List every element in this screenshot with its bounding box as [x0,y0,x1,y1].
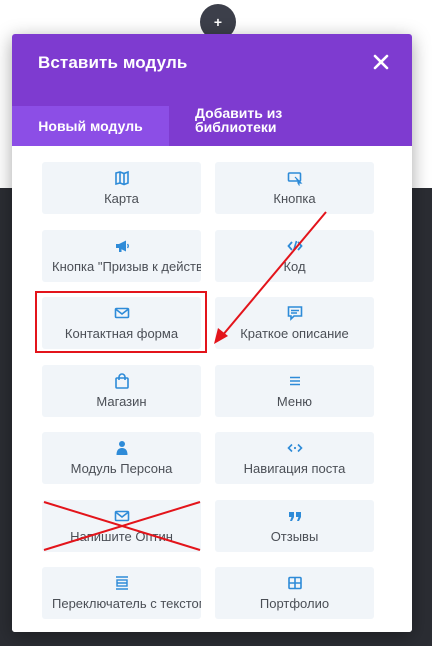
module-11-card[interactable]: Напишите Оптин [42,499,201,552]
module-label: Карта [104,191,139,206]
module-3-card[interactable]: Кнопка "Призыв к действию" [42,229,201,282]
module-label: Меню [276,393,313,409]
module-list[interactable]: Карта Кнопка Кнопка "Призыв к действию" Код… [12,146,412,632]
module-14-card[interactable]: Портфолио [215,567,374,619]
grid-icon [215,575,374,591]
module-9-card[interactable]: Модуль Персона [42,432,201,484]
module-4-card[interactable]: Код [215,229,374,282]
megaphone-icon [42,238,201,254]
module-label: Краткое описание [240,326,349,341]
module-label: Отзывы [270,528,319,544]
tab-new-module[interactable]: Новый модуль [12,106,169,146]
module-13-card[interactable]: Переключатель с текстом [42,567,201,619]
code-icon [215,238,374,254]
post-navigation-icon [215,440,374,456]
close-button[interactable] [370,51,392,73]
module-12-card[interactable]: Отзывы [215,499,374,552]
plus-icon: + [213,14,223,30]
tab-add-from-library[interactable]: Добавить из библиотеки [195,106,325,134]
module-6-card[interactable]: Краткое описание [215,297,374,349]
cursor-button-icon [215,170,374,186]
module-2-card[interactable]: Кнопка [215,162,374,214]
shopping-bag-icon [42,372,201,389]
dialog-title: Вставить модуль [38,53,188,72]
toggle-icon [42,575,201,591]
close-icon [373,54,389,70]
speech-bubble-icon [215,305,374,321]
module-10-card[interactable]: Навигация поста [215,432,374,484]
module-1-card[interactable]: Карта [42,162,201,214]
module-label: Переключатель с текстом [52,596,201,611]
module-7-card[interactable]: Магазин [42,364,201,417]
module-label: Навигация поста [243,461,346,476]
module-label: Код [283,258,306,274]
module-label: Модуль Персона [70,461,173,476]
module-label: Кнопка [273,191,316,206]
module-label: Портфолио [259,596,330,611]
envelope-icon [42,508,201,524]
highlight-box-annotation [35,291,207,353]
dialog-tabs: Новый модуль Добавить из библиотеки [12,92,412,146]
module-label: Напишите Оптин [70,528,173,544]
map-icon [42,170,201,186]
dialog-header: Вставить модуль [12,34,412,92]
menu-lines-icon [215,373,374,389]
quote-icon [215,508,374,524]
person-icon [42,440,201,456]
module-8-card[interactable]: Меню [215,364,374,417]
module-label: Кнопка "Призыв к действию" [52,258,201,274]
module-label: Магазин [96,393,147,409]
